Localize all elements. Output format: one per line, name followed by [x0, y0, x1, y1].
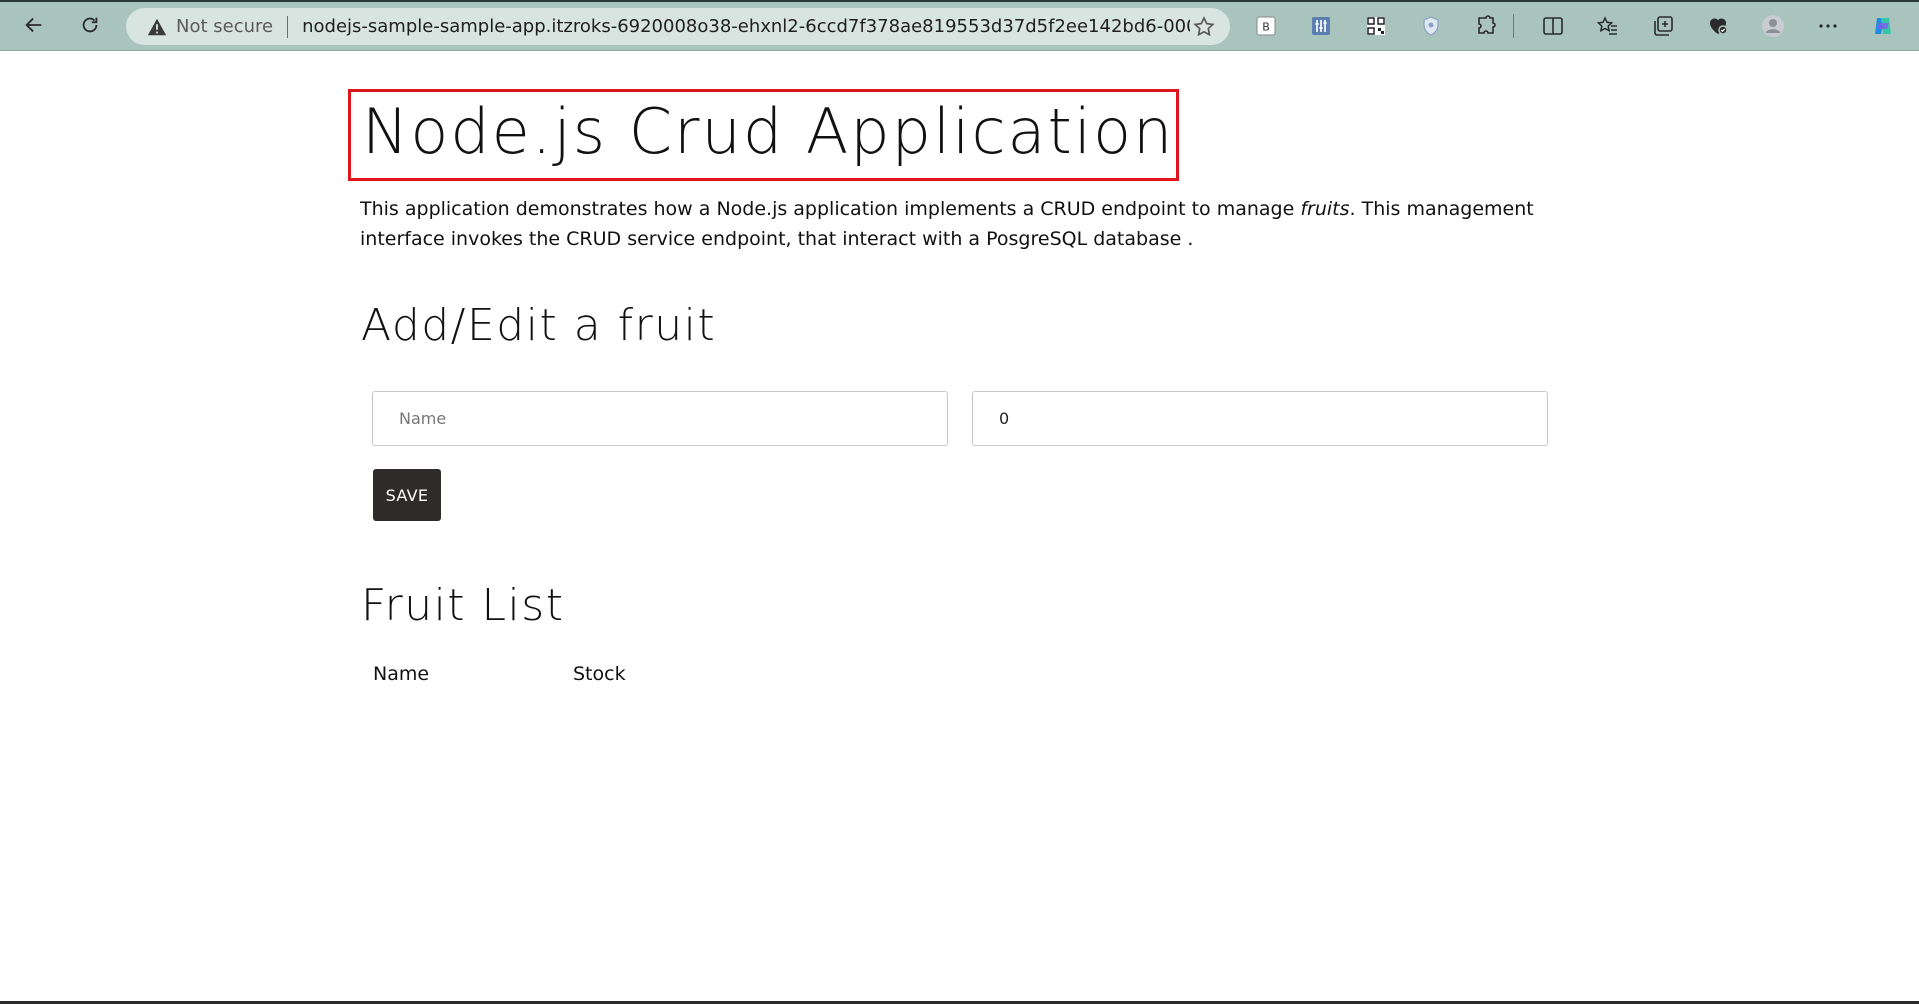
- split-screen-icon[interactable]: [1537, 10, 1569, 42]
- intro-paragraph: This application demonstrates how a Node…: [360, 194, 1560, 254]
- column-header-stock: Stock: [573, 663, 626, 685]
- b-extension-label: B: [1262, 21, 1270, 34]
- reload-button[interactable]: [75, 10, 105, 40]
- fruit-table-header: Name Stock: [373, 663, 626, 685]
- toolbar-icons: B: [1250, 10, 1919, 42]
- form-heading: Add/Edit a fruit: [361, 300, 717, 351]
- copilot-icon[interactable]: [1867, 10, 1899, 42]
- toolbar-divider: [1513, 14, 1514, 38]
- fruit-list-heading: Fruit List: [361, 580, 565, 631]
- qr-code-icon[interactable]: [1360, 10, 1392, 42]
- back-button[interactable]: [19, 10, 49, 40]
- extensions-puzzle-icon[interactable]: [1470, 10, 1502, 42]
- intro-text-1: This application demonstrates how a Node…: [360, 198, 1301, 220]
- url-text[interactable]: nodejs-sample-sample-app.itzroks-6920008…: [302, 16, 1190, 37]
- column-header-name: Name: [373, 663, 430, 685]
- address-bar[interactable]: Not secure nodejs-sample-sample-app.itzr…: [126, 8, 1230, 45]
- security-status[interactable]: Not secure: [176, 16, 273, 37]
- browser-essentials-icon[interactable]: [1702, 10, 1734, 42]
- favorite-star-icon[interactable]: [1192, 15, 1216, 39]
- reload-icon: [82, 17, 98, 33]
- collections-icon[interactable]: [1647, 10, 1679, 42]
- profile-avatar-icon[interactable]: [1757, 10, 1789, 42]
- fruit-name-input[interactable]: [372, 391, 948, 446]
- b-extension-icon[interactable]: B: [1250, 10, 1282, 42]
- more-menu-icon[interactable]: [1812, 10, 1844, 42]
- browser-toolbar: Not secure nodejs-sample-sample-app.itzr…: [0, 0, 1919, 51]
- back-arrow-icon: [25, 17, 42, 33]
- warning-triangle-icon[interactable]: [146, 16, 168, 38]
- save-button[interactable]: SAVE: [373, 469, 441, 521]
- shield-extension-icon[interactable]: [1415, 10, 1447, 42]
- address-divider: [287, 15, 289, 38]
- page-title: Node.js Crud Application: [362, 95, 1175, 168]
- intro-emphasis: fruits: [1300, 198, 1350, 220]
- favorites-icon[interactable]: [1592, 10, 1624, 42]
- equalizer-extension-icon[interactable]: [1305, 10, 1337, 42]
- window-top-border: [0, 0, 1919, 2]
- fruit-stock-input[interactable]: [972, 391, 1548, 446]
